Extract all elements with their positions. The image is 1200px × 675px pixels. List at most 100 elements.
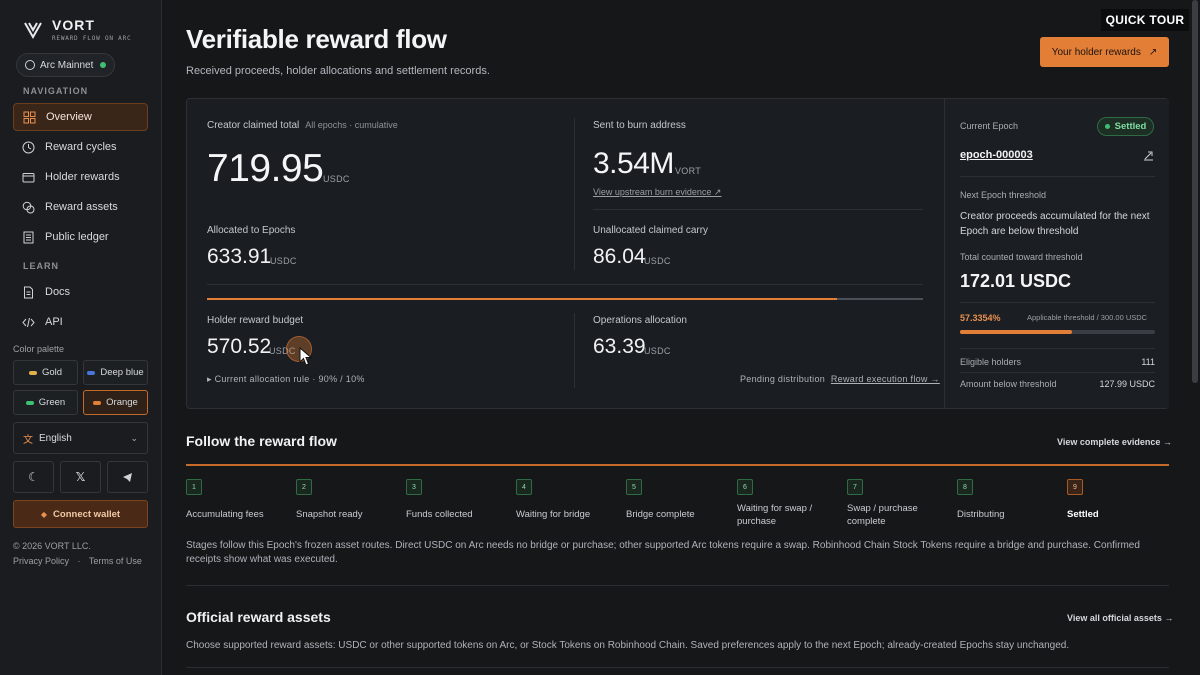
flow-step: 7 Swap / purchase complete (847, 479, 927, 528)
nav-item-reward-cycles[interactable]: Reward cycles (13, 133, 148, 161)
holder-budget-value: 570.52 (207, 335, 272, 358)
swatch-green (25, 400, 34, 405)
step-label: Distributing (957, 509, 1005, 520)
nav-item-api[interactable]: API (13, 308, 148, 336)
ops-unit: USDC (644, 346, 671, 356)
claimed-value: 719.95 (207, 147, 324, 190)
divider (960, 372, 1155, 373)
brand-tagline: REWARD FLOW ON ARC (52, 35, 132, 42)
below-label: Amount below threshold (960, 379, 1057, 389)
threshold-text: Applicable threshold / 300.00 USDC (1027, 313, 1148, 322)
flow-step: 5 Bridge complete (626, 479, 726, 521)
flow-step: 4 Waiting for bridge (516, 479, 616, 521)
claimed-note: All epochs · cumulative (305, 120, 398, 130)
view-assets-link[interactable]: View all official assets → (1067, 613, 1173, 623)
copyright: © 2026 VORT LLC. (13, 541, 91, 551)
connect-wallet-button[interactable]: ◆ Connect wallet (13, 500, 148, 528)
sidebar: VORT REWARD FLOW ON ARC Arc Mainnet NAVI… (0, 0, 162, 675)
step-number: 1 (186, 479, 202, 495)
nav-item-label: Public ledger (45, 231, 109, 243)
chevron-down-icon: ⌄ (130, 432, 138, 443)
terms-link[interactable]: Terms of Use (89, 556, 142, 566)
nav-item-public-ledger[interactable]: Public ledger (13, 223, 148, 251)
allocation-bar (207, 298, 923, 300)
flow-title: Follow the reward flow (186, 433, 337, 449)
grid-icon (23, 111, 36, 123)
moon-icon: ☾ (28, 470, 39, 484)
x-link-button[interactable]: 𝕏 (60, 461, 101, 493)
divider (960, 302, 1155, 303)
flow-step: 3 Funds collected (406, 479, 506, 521)
assets-note: Choose supported reward assets: USDC or … (186, 640, 1070, 651)
step-number: 2 (296, 479, 312, 495)
edit-icon[interactable] (1143, 150, 1154, 161)
view-evidence-link[interactable]: View complete evidence → (1057, 437, 1172, 447)
status-text: Settled (1114, 121, 1147, 132)
eligible-label: Eligible holders (960, 357, 1022, 367)
ops-value: 63.39 (593, 335, 646, 358)
nav-item-holder-rewards[interactable]: Holder rewards (13, 163, 148, 191)
palette-green-button[interactable]: Green (13, 390, 78, 415)
clock-icon (22, 141, 35, 153)
threshold-progress-fill (960, 330, 1072, 334)
epoch-id-link[interactable]: epoch-000003 (960, 149, 1033, 161)
threshold-percent: 57.3354% (960, 313, 1001, 323)
brand-logo[interactable]: VORT REWARD FLOW ON ARC (24, 17, 131, 42)
below-threshold-row: Amount below threshold 127.99 USDC (960, 379, 1155, 389)
claimed-label-text: Creator claimed total (207, 120, 300, 131)
step-label: Snapshot ready (296, 509, 363, 520)
nav-item-docs[interactable]: Docs (13, 278, 148, 306)
external-arrow-icon: ↗ (1148, 46, 1158, 58)
translate-icon: 文 (23, 434, 33, 446)
flow-note: Stages follow this Epoch's frozen asset … (186, 540, 1140, 565)
palette-option-label: Deep blue (100, 367, 144, 378)
flow-step: 8 Distributing (957, 479, 1057, 521)
theme-toggle-button[interactable]: ☾ (13, 461, 54, 493)
divider (960, 176, 1155, 177)
epoch-label: Current Epoch (960, 121, 1019, 131)
flow-step: 6 Waiting for swap / purchase (737, 479, 829, 528)
telegram-icon (123, 472, 132, 482)
wallet-icon (22, 172, 35, 182)
claimed-unit: USDC (323, 174, 350, 184)
allocated-value: 633.91 (207, 245, 272, 268)
quick-tour-button[interactable]: QUICK TOUR (1101, 9, 1189, 31)
vort-logo-icon (24, 22, 42, 39)
burn-evidence-link[interactable]: View upstream burn evidence ↗ (593, 187, 721, 198)
network-selector[interactable]: Arc Mainnet (16, 53, 115, 77)
page-title: Verifiable reward flow (186, 24, 447, 54)
step-number: 9 (1067, 479, 1083, 495)
next-threshold-text: Creator proceeds accumulated for the nex… (960, 211, 1150, 237)
counted-label: Total counted toward threshold (960, 252, 1083, 262)
telegram-link-button[interactable] (107, 461, 148, 493)
palette-gold-button[interactable]: Gold (13, 360, 78, 385)
scrollbar[interactable] (1192, 0, 1198, 383)
pending-distribution: Pending distribution Reward execution fl… (740, 374, 940, 384)
nav-item-overview[interactable]: Overview (13, 103, 148, 131)
connect-wallet-label: Connect wallet (53, 508, 121, 520)
nav-item-label: API (45, 316, 63, 328)
palette-orange-button[interactable]: Orange (83, 390, 148, 415)
nav-item-label: Overview (46, 111, 92, 123)
reward-execution-link[interactable]: Reward execution flow → (831, 374, 940, 384)
holder-rewards-label: Your holder rewards (1051, 46, 1141, 58)
step-label: Swap / purchase complete (847, 503, 918, 527)
coins-icon (22, 201, 35, 213)
palette-deep-blue-button[interactable]: Deep blue (83, 360, 148, 385)
step-label: Funds collected (406, 509, 473, 520)
nav-item-reward-assets[interactable]: Reward assets (13, 193, 148, 221)
allocation-rule-toggle[interactable]: ▸ Current allocation rule · 90% / 10% (207, 374, 365, 385)
network-icon (25, 60, 35, 70)
privacy-link[interactable]: Privacy Policy (13, 556, 69, 566)
pending-label: Pending distribution (740, 374, 826, 384)
language-select[interactable]: 文 English ⌄ (13, 422, 148, 454)
swatch-gold (28, 370, 37, 375)
separator: · (77, 556, 81, 566)
holder-rewards-button[interactable]: Your holder rewards ↗ (1040, 37, 1169, 67)
step-label: Accumulating fees (186, 509, 264, 520)
step-label: Waiting for bridge (516, 509, 591, 520)
network-status-dot (100, 62, 107, 68)
nav-item-label: Reward assets (45, 201, 118, 213)
mouse-pointer-icon (299, 347, 313, 366)
burn-unit: VORT (675, 166, 702, 176)
